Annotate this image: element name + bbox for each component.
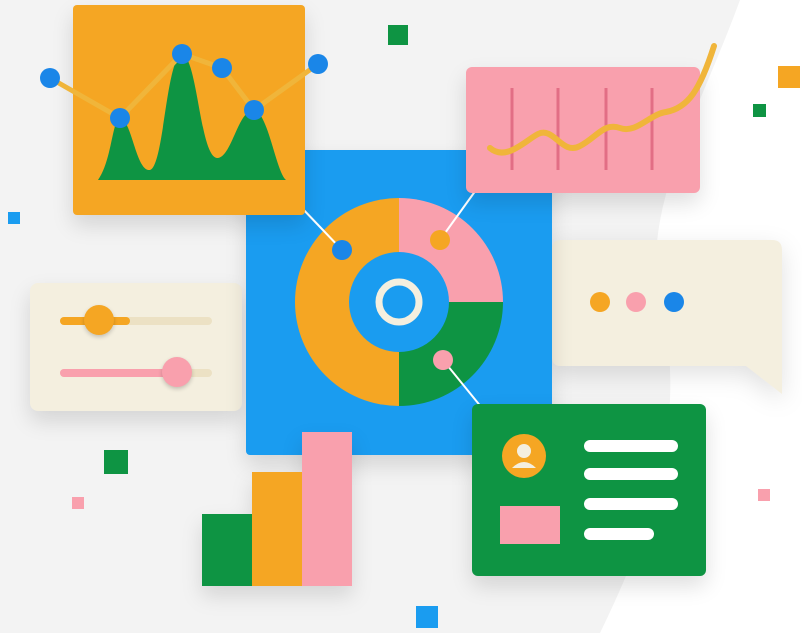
data-point bbox=[172, 44, 192, 64]
donut-marker-pink bbox=[433, 350, 453, 370]
bar-chart-stack bbox=[202, 432, 354, 592]
data-point bbox=[244, 100, 264, 120]
wave-line bbox=[487, 43, 717, 156]
bar-orange bbox=[252, 472, 304, 586]
data-point bbox=[308, 54, 328, 74]
donut-marker-orange bbox=[430, 230, 450, 250]
profile-card bbox=[472, 404, 706, 576]
data-point bbox=[212, 58, 232, 78]
profile-image-placeholder bbox=[500, 506, 560, 544]
wave-line-chart bbox=[487, 43, 717, 170]
mountain-line-chart bbox=[40, 44, 328, 180]
user-avatar-icon bbox=[502, 434, 546, 478]
data-point bbox=[110, 108, 130, 128]
bar-green bbox=[202, 514, 254, 586]
profile-text-line bbox=[584, 468, 678, 480]
donut-marker-blue bbox=[332, 240, 352, 260]
profile-text-line bbox=[584, 440, 678, 452]
profile-text-line bbox=[584, 528, 654, 540]
profile-text-line bbox=[584, 498, 678, 510]
bar-pink bbox=[302, 432, 352, 586]
data-point bbox=[40, 68, 60, 88]
